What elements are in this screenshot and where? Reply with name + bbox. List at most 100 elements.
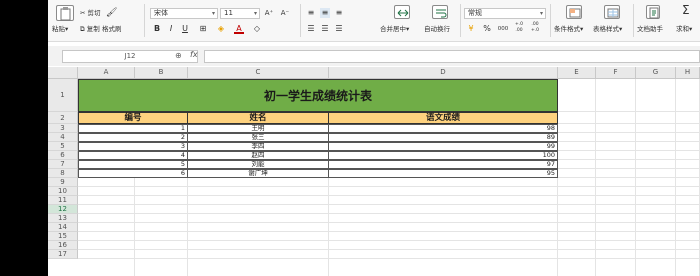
row-header-12[interactable]: 12 <box>48 205 78 214</box>
table-style-icon[interactable] <box>604 5 620 19</box>
zoom-icon[interactable]: ⊕ <box>175 51 182 60</box>
column-header-h[interactable]: H <box>676 67 700 79</box>
decrease-decimal-button[interactable]: .00 +.0 <box>528 22 542 33</box>
column-header-e[interactable]: E <box>558 67 596 79</box>
header-cell-score[interactable]: 语文成绩 <box>328 112 558 124</box>
table-title: 初一学生成绩统计表 <box>263 89 372 103</box>
column-header-c[interactable]: C <box>188 67 329 79</box>
formula-input[interactable] <box>204 50 700 63</box>
font-color-button[interactable]: A <box>234 24 244 34</box>
conditional-format-button[interactable]: 条件格式▾ <box>554 25 583 33</box>
align-left-button[interactable]: ☰ <box>306 24 316 34</box>
row-header-11[interactable]: 11 <box>48 196 78 205</box>
row-header-13[interactable]: 13 <box>48 214 78 223</box>
align-right-button[interactable]: ☰ <box>334 24 344 34</box>
row-header-5[interactable]: 5 <box>48 142 78 151</box>
clear-format-button[interactable]: ◇ <box>252 24 262 34</box>
sum-icon[interactable]: Σ <box>682 4 690 16</box>
row-header-16[interactable]: 16 <box>48 241 78 250</box>
format-painter-icon[interactable]: 🖌 <box>106 9 117 18</box>
column-header-f[interactable]: F <box>596 67 636 79</box>
bold-button[interactable]: B <box>152 24 162 34</box>
cut-button[interactable]: ✂ 剪切 <box>80 9 101 17</box>
cell-score[interactable]: 98 <box>328 124 558 133</box>
font-name-select[interactable]: 宋体 ▾ <box>150 8 218 19</box>
percent-button[interactable]: % <box>482 24 492 34</box>
underline-button[interactable]: U <box>180 24 190 34</box>
wrap-text-icon[interactable] <box>432 5 448 19</box>
number-format-select[interactable]: 常规 ▾ <box>464 8 546 19</box>
currency-button[interactable]: ¥ <box>466 24 476 34</box>
cell-id[interactable]: 4 <box>78 151 188 160</box>
doc-assistant-icon[interactable] <box>646 5 660 19</box>
border-button[interactable]: ⊞ <box>198 24 208 34</box>
copy-button[interactable]: ⧉ 复制 <box>80 25 100 33</box>
row-header-15[interactable]: 15 <box>48 232 78 241</box>
row-header-17[interactable]: 17 <box>48 250 78 259</box>
cell-name[interactable]: 赵四 <box>187 151 329 160</box>
column-header-a[interactable]: A <box>78 67 135 79</box>
wrap-text-button[interactable]: 自动换行 <box>424 25 450 33</box>
row-header-7[interactable]: 7 <box>48 160 78 169</box>
header-cell-id[interactable]: 编号 <box>78 112 188 124</box>
column-header-d[interactable]: D <box>329 67 558 79</box>
cell-id[interactable]: 2 <box>78 133 188 142</box>
row-header-9[interactable]: 9 <box>48 178 78 187</box>
row-header-6[interactable]: 6 <box>48 151 78 160</box>
paste-button[interactable]: 粘贴▾ <box>52 25 68 33</box>
cell-score[interactable]: 95 <box>328 169 558 178</box>
increase-decimal-button[interactable]: +.0 .00 <box>512 22 526 33</box>
cell-score[interactable]: 89 <box>328 133 558 142</box>
row-header-3[interactable]: 3 <box>48 124 78 133</box>
row-gridline <box>78 231 700 232</box>
cell-score[interactable]: 100 <box>328 151 558 160</box>
cell-id[interactable]: 6 <box>78 169 188 178</box>
thousands-button[interactable]: 000 <box>496 24 510 34</box>
column-header-b[interactable]: B <box>135 67 188 79</box>
header-cell-name[interactable]: 姓名 <box>187 112 329 124</box>
wrap-text-label: 自动换行 <box>424 25 450 33</box>
cell-score[interactable]: 99 <box>328 142 558 151</box>
sum-button[interactable]: 求和▾ <box>676 25 692 33</box>
font-size-value: 11 <box>224 9 233 17</box>
cell-name[interactable]: 张三 <box>187 133 329 142</box>
cell-name[interactable]: 谢广坤 <box>187 169 329 178</box>
format-painter-button[interactable]: 格式刷 <box>102 25 122 33</box>
shrink-font-button[interactable]: A⁻ <box>278 8 292 18</box>
select-all-corner[interactable] <box>48 67 78 79</box>
cell-name[interactable]: 刘能 <box>187 160 329 169</box>
row-header-14[interactable]: 14 <box>48 223 78 232</box>
cell-name[interactable]: 王明 <box>187 124 329 133</box>
align-middle-button[interactable]: ≡ <box>320 8 330 18</box>
row-header-4[interactable]: 4 <box>48 133 78 142</box>
align-top-button[interactable]: ≡ <box>306 8 316 18</box>
table-style-button[interactable]: 表格样式▾ <box>593 25 622 33</box>
merge-center-icon[interactable] <box>394 5 410 19</box>
italic-button[interactable]: I <box>166 24 176 34</box>
doc-assistant-button[interactable]: 文档助手 <box>637 25 663 33</box>
worksheet-grid[interactable]: ABCDEFGH 1 2 3 4 5 6 7 8 9 10 11 12 13 14 15 16 17 初一学生成… <box>48 67 700 276</box>
cell-name[interactable]: 李四 <box>187 142 329 151</box>
row-header-10[interactable]: 10 <box>48 187 78 196</box>
cell-id[interactable]: 1 <box>78 124 188 133</box>
row-header-8[interactable]: 8 <box>48 169 78 178</box>
row-header-1[interactable]: 1 <box>48 79 78 112</box>
column-header-g[interactable]: G <box>636 67 676 79</box>
conditional-format-icon[interactable] <box>566 5 582 19</box>
paste-icon[interactable] <box>56 5 74 21</box>
cell-score[interactable]: 97 <box>328 160 558 169</box>
align-bottom-button[interactable]: ≡ <box>334 8 344 18</box>
row-header-2[interactable]: 2 <box>48 112 78 124</box>
paste-dropdown-icon[interactable]: ▾ <box>65 25 68 33</box>
align-center-button[interactable]: ☰ <box>320 24 330 34</box>
insert-function-button[interactable]: fx <box>190 50 198 59</box>
grow-font-icon: A⁺ <box>264 9 274 17</box>
fill-color-button[interactable]: ◈ <box>216 24 226 34</box>
eraser-icon: ◇ <box>253 24 261 33</box>
merge-center-button[interactable]: 合并居中▾ <box>380 25 409 33</box>
cell-id[interactable]: 5 <box>78 160 188 169</box>
grow-font-button[interactable]: A⁺ <box>262 8 276 18</box>
table-title-cell[interactable]: 初一学生成绩统计表 <box>78 79 558 112</box>
font-size-select[interactable]: 11 ▾ <box>220 8 260 19</box>
cell-id[interactable]: 3 <box>78 142 188 151</box>
